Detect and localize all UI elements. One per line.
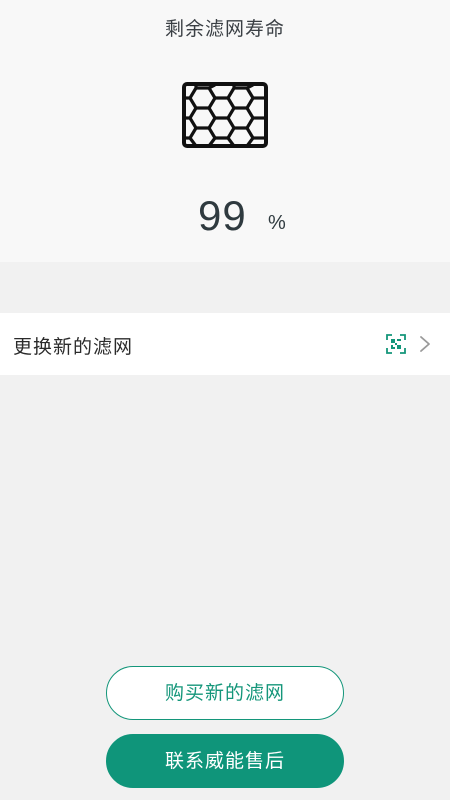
- chevron-right-icon[interactable]: [419, 335, 431, 353]
- honeycomb-filter-icon: [182, 82, 268, 148]
- replace-filter-label: 更换新的滤网: [13, 336, 134, 358]
- qr-scan-icon[interactable]: [386, 334, 406, 354]
- remaining-life-value: 99: [198, 192, 247, 239]
- filter-status-panel: 剩余滤网寿命 99 %: [0, 0, 450, 262]
- remaining-life-unit: %: [268, 212, 286, 234]
- contact-after-sales-button[interactable]: 联系威能售后: [106, 734, 344, 788]
- replace-filter-row[interactable]: 更换新的滤网: [0, 313, 450, 375]
- filter-life-title: 剩余滤网寿命: [164, 18, 285, 40]
- buy-new-filter-button[interactable]: 购买新的滤网: [106, 666, 344, 720]
- remaining-life-readout: 99 %: [0, 192, 450, 248]
